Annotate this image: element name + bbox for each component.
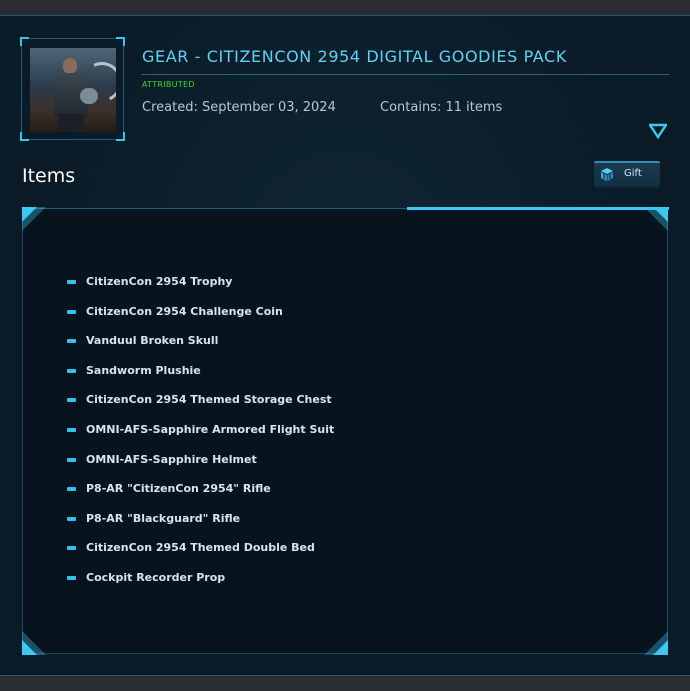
thumbnail-helmet <box>80 88 98 104</box>
list-item: P8-AR "Blackguard" Rifle <box>67 509 334 539</box>
frame-corner <box>116 37 125 46</box>
gift-box-icon <box>601 168 613 181</box>
bullet-icon <box>67 398 76 403</box>
list-item-label: P8-AR "Blackguard" Rifle <box>86 511 241 525</box>
bullet-icon <box>67 280 76 284</box>
list-item: CitizenCon 2954 Themed Double Bed <box>67 538 334 568</box>
list-item-label: Sandworm Plushie <box>86 363 201 377</box>
bullet-icon <box>67 457 76 462</box>
list-item-label: OMNI-AFS-Sapphire Armored Flight Suit <box>86 422 335 436</box>
list-item: CitizenCon 2954 Trophy <box>67 272 334 302</box>
gift-button[interactable]: Gift <box>594 161 660 186</box>
item-count: Contains: 11 items <box>380 100 503 115</box>
items-heading: Items <box>22 165 76 187</box>
list-item: Vanduul Broken Skull <box>67 331 334 361</box>
pledge-thumbnail-frame[interactable] <box>20 37 125 141</box>
corner-accent-icon <box>22 631 46 655</box>
list-item-label: OMNI-AFS-Sapphire Helmet <box>86 452 257 466</box>
panel-top-accent <box>407 207 669 210</box>
list-item-label: CitizenCon 2954 Challenge Coin <box>86 304 283 318</box>
list-item: CitizenCon 2954 Challenge Coin <box>67 302 334 332</box>
list-item: Sandworm Plushie <box>67 361 334 391</box>
list-item: OMNI-AFS-Sapphire Helmet <box>67 450 334 480</box>
bottom-bar <box>0 675 690 691</box>
list-item: OMNI-AFS-Sapphire Armored Flight Suit <box>67 420 334 450</box>
pledge-title: GEAR - CITIZENCON 2954 DIGITAL GOODIES P… <box>142 47 567 66</box>
frame-corner <box>116 132 125 141</box>
bullet-icon <box>67 427 76 432</box>
frame-corner <box>20 132 29 141</box>
list-item: CitizenCon 2954 Themed Storage Chest <box>67 390 334 420</box>
pledge-thumbnail <box>30 48 116 132</box>
items-list: CitizenCon 2954 Trophy CitizenCon 2954 C… <box>67 272 334 598</box>
list-item-label: P8-AR "CitizenCon 2954" Rifle <box>86 482 271 496</box>
bullet-icon <box>67 546 76 551</box>
corner-accent-icon <box>22 207 46 231</box>
bullet-icon <box>67 487 76 492</box>
bullet-icon <box>67 368 76 373</box>
chevron-down-icon[interactable] <box>649 123 667 139</box>
list-item-label: Vanduul Broken Skull <box>86 334 219 348</box>
thumbnail-figure-head <box>63 58 77 74</box>
title-divider <box>141 74 669 75</box>
frame-corner <box>20 37 29 46</box>
status-badge: ATTRIBUTED <box>142 80 195 89</box>
bullet-icon <box>67 575 76 580</box>
list-item: P8-AR "CitizenCon 2954" Rifle <box>67 479 334 509</box>
list-item-label: CitizenCon 2954 Trophy <box>86 275 233 288</box>
list-item-label: CitizenCon 2954 Themed Double Bed <box>86 541 315 555</box>
corner-accent-icon <box>644 207 668 231</box>
created-date: Created: September 03, 2024 <box>142 100 336 115</box>
list-item: Cockpit Recorder Prop <box>67 568 334 598</box>
bullet-icon <box>67 339 76 344</box>
gift-button-label: Gift <box>624 168 642 179</box>
bullet-icon <box>67 309 76 314</box>
items-list-panel: CitizenCon 2954 Trophy CitizenCon 2954 C… <box>22 207 669 655</box>
list-item-label: Cockpit Recorder Prop <box>86 570 226 584</box>
bullet-icon <box>67 516 76 521</box>
panel-bottom-border <box>23 653 667 654</box>
thumbnail-figure-legs <box>58 114 84 132</box>
top-bar <box>0 0 690 16</box>
list-item-label: CitizenCon 2954 Themed Storage Chest <box>86 393 332 407</box>
corner-accent-icon <box>644 631 668 655</box>
panel-top-border <box>23 208 407 209</box>
